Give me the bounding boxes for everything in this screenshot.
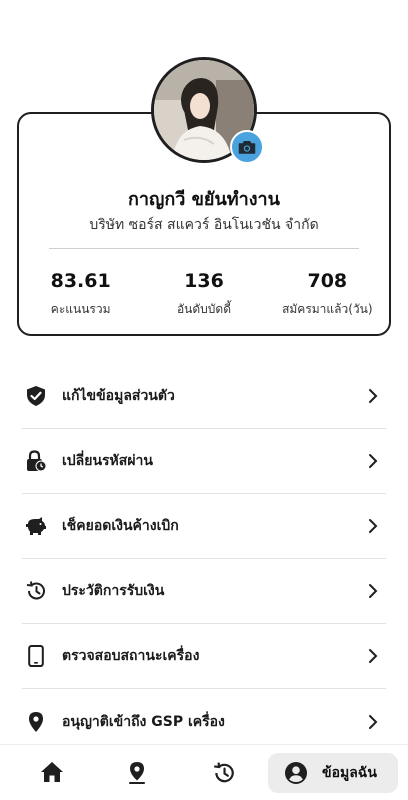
shield-check-icon [24,384,48,408]
stat-value: 83.61 [50,270,111,292]
piggy-bank-icon [24,514,48,538]
camera-icon [238,141,256,154]
bottom-nav: ข้อมูลฉัน [0,744,408,800]
menu-item-edit-profile[interactable]: แก้ไขข้อมูลส่วนตัว [22,364,386,429]
location-icon [129,762,145,784]
account-circle-icon [285,762,307,784]
location-pin-icon [24,710,48,734]
chevron-right-icon [369,454,378,468]
menu-item-payment-history[interactable]: ประวัติการรับเงิน [22,559,386,624]
smartphone-icon [24,644,48,668]
stat-days-registered: 708 สมัครมาแล้ว(วัน) [266,270,389,319]
divider [49,248,359,249]
lock-clock-icon [24,449,48,473]
nav-my-info-label: ข้อมูลฉัน [322,765,377,781]
settings-menu: แก้ไขข้อมูลส่วนตัว เปลี่ยนรหัสผ่าน เช็คย… [22,364,386,754]
stat-label: สมัครมาแล้ว(วัน) [282,302,373,316]
profile-name: กาญกวี ขยันทำงาน [128,189,280,210]
history-icon [24,579,48,603]
nav-home-button[interactable] [40,761,64,783]
menu-item-device-status[interactable]: ตรวจสอบสถานะเครื่อง [22,624,386,689]
home-icon [41,762,63,782]
chevron-right-icon [369,389,378,403]
stat-value: 708 [307,270,348,292]
menu-item-change-password[interactable]: เปลี่ยนรหัสผ่าน [22,429,386,494]
menu-item-label: ตรวจสอบสถานะเครื่อง [62,648,200,664]
menu-item-label: เปลี่ยนรหัสผ่าน [62,453,153,469]
chevron-right-icon [369,519,378,533]
stat-label: อันดับบัดดี้ [176,302,231,316]
menu-item-check-pending-balance[interactable]: เช็คยอดเงินค้างเบิก [22,494,386,559]
history-icon [214,762,234,783]
profile-company: บริษัท ซอร์ส สแควร์ อินโนเวชัน จำกัด [89,217,319,233]
nav-history-button[interactable] [212,761,236,785]
stat-label: คะแนนรวม [50,302,111,316]
nav-my-info-button[interactable]: ข้อมูลฉัน [268,753,398,793]
chevron-right-icon [369,714,378,729]
chevron-right-icon [369,649,378,663]
nav-location-button[interactable] [126,761,148,785]
menu-item-label: อนุญาติเข้าถึง GSP เครื่อง [62,713,225,730]
change-photo-button[interactable] [230,130,264,164]
stat-total-score: 83.61 คะแนนรวม [19,270,142,319]
menu-item-label: เช็คยอดเงินค้างเบิก [62,518,179,534]
stat-buddy-rank: 136 อันดับบัดดี้ [142,270,265,319]
stat-value: 136 [184,270,224,292]
stats-row: 83.61 คะแนนรวม 136 อันดับบัดดี้ 708 สมัค… [19,270,389,319]
chevron-right-icon [369,584,378,598]
menu-item-label: แก้ไขข้อมูลส่วนตัว [62,388,175,404]
menu-item-label: ประวัติการรับเงิน [62,583,165,599]
